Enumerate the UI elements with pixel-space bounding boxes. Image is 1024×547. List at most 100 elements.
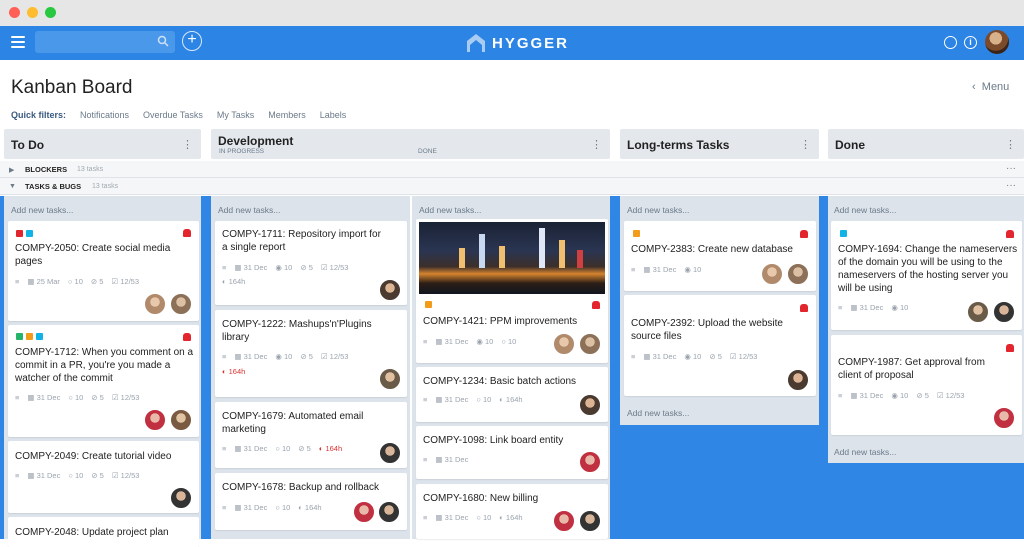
task-card[interactable]: COMPY-1987: Get approval from client of …: [831, 335, 1022, 435]
task-card[interactable]: COMPY-1678: Backup and rollback ≡ ▦ 31 De…: [215, 473, 407, 530]
task-card[interactable]: COMPY-1234: Basic batch actions ≡ ▦ 31 De…: [416, 367, 608, 422]
bell-icon: [800, 304, 808, 312]
label-cyan: [36, 333, 43, 340]
column-title: To Do: [11, 138, 45, 152]
avatar[interactable]: [761, 263, 783, 285]
add-new-task-link[interactable]: Add new tasks...: [419, 205, 481, 215]
collapse-icon[interactable]: ▼: [9, 183, 16, 190]
column-header-development[interactable]: Development IN PROGRESS DONE ⋮: [211, 129, 610, 159]
task-card[interactable]: COMPY-1098: Link board entity ≡ ▦ 31 Dec: [416, 426, 608, 479]
menu-button[interactable]: ‹ Menu: [972, 81, 1009, 93]
window-titlebar: [0, 0, 1024, 26]
filter-notifications[interactable]: Notifications: [80, 110, 129, 120]
swimlane-tasks-bugs[interactable]: ▼ TASKS & BUGS 13 tasks ···: [0, 178, 1024, 195]
clock-icon[interactable]: [944, 36, 957, 49]
add-new-task-link[interactable]: Add new tasks...: [11, 205, 73, 215]
task-card[interactable]: COMPY-2050: Create social media pages ≡ ▦…: [8, 221, 199, 321]
column-header-longterm[interactable]: Long-terms Tasks ⋮: [620, 129, 819, 159]
avatar[interactable]: [144, 293, 166, 315]
bell-icon: [1006, 230, 1014, 238]
search-input[interactable]: [35, 31, 175, 53]
avatar[interactable]: [993, 301, 1015, 323]
avatar[interactable]: [170, 487, 192, 509]
avatar[interactable]: [170, 293, 192, 315]
column-header-done[interactable]: Done ⋮: [828, 129, 1024, 159]
info-icon[interactable]: i: [964, 36, 977, 49]
avatar[interactable]: [379, 442, 401, 464]
avatar[interactable]: [170, 409, 192, 431]
swimlane-more-icon[interactable]: ···: [1006, 163, 1016, 174]
overdue-timer-icon: ◐ 164h: [222, 367, 246, 376]
add-new-task-link[interactable]: Add new tasks...: [627, 408, 689, 418]
swimlane-more-icon[interactable]: ···: [1006, 180, 1016, 191]
task-card[interactable]: COMPY-1679: Automated email marketing ≡ ▦…: [215, 402, 407, 468]
column-title: Development: [218, 134, 294, 148]
avatar[interactable]: [378, 501, 400, 523]
column-options-icon[interactable]: ⋮: [182, 138, 193, 151]
calendar-icon: ▦ 31 Dec: [435, 513, 469, 522]
filter-overdue-tasks[interactable]: Overdue Tasks: [143, 110, 203, 120]
task-card[interactable]: COMPY-1711: Repository import for a sing…: [215, 221, 407, 305]
add-new-task-link[interactable]: Add new tasks...: [834, 205, 896, 215]
add-button[interactable]: +: [182, 31, 202, 51]
checklist-icon: ☑ 12/53: [936, 391, 965, 400]
board-background: [828, 463, 1024, 539]
hamburger-menu-icon[interactable]: [11, 36, 25, 48]
filter-labels[interactable]: Labels: [320, 110, 347, 120]
comment-icon: ○ 10: [476, 513, 492, 522]
avatar[interactable]: [579, 333, 601, 355]
avatar[interactable]: [379, 279, 401, 301]
task-card[interactable]: COMPY-1421: PPM improvements ≡ ▦ 31 Dec ◉ …: [416, 219, 608, 363]
card-title: COMPY-2383: Create new database: [631, 244, 793, 255]
card-meta: ◐ 164h: [222, 367, 245, 376]
avatar[interactable]: [787, 263, 809, 285]
column-options-icon[interactable]: ⋮: [591, 138, 602, 151]
attachment-icon: ⊘ 5: [300, 263, 313, 272]
eye-icon: ◉ 10: [275, 263, 293, 272]
column-options-icon[interactable]: ⋮: [800, 138, 811, 151]
filter-members[interactable]: Members: [268, 110, 306, 120]
task-card[interactable]: COMPY-1222: Mashups'n'Plugins library ≡ ▦…: [215, 310, 407, 397]
maximize-window-button[interactable]: [45, 7, 56, 18]
task-card[interactable]: COMPY-1712: When you comment on a commit…: [8, 325, 199, 437]
filter-my-tasks[interactable]: My Tasks: [217, 110, 254, 120]
search-icon[interactable]: [157, 35, 169, 47]
add-new-task-link[interactable]: Add new tasks...: [627, 205, 689, 215]
swimlane-blockers[interactable]: ▶ BLOCKERS 13 tasks ···: [0, 161, 1024, 178]
close-window-button[interactable]: [9, 7, 20, 18]
user-avatar[interactable]: [985, 30, 1009, 54]
avatar[interactable]: [553, 510, 575, 532]
avatar[interactable]: [353, 501, 375, 523]
avatar[interactable]: [967, 301, 989, 323]
card-title: COMPY-1222: Mashups'n'Plugins library: [222, 319, 372, 343]
add-new-task-link[interactable]: Add new tasks...: [218, 205, 280, 215]
comment-icon: ○ 10: [68, 471, 84, 480]
avatar[interactable]: [993, 407, 1015, 429]
expand-icon[interactable]: ▶: [9, 166, 14, 174]
minimize-window-button[interactable]: [27, 7, 38, 18]
card-meta: ≡ ▦ 31 Dec ○ 10 ◐ 164h: [423, 513, 523, 522]
card-title: COMPY-2050: Create social media pages: [15, 243, 171, 267]
hygger-logo[interactable]: HYGGER: [466, 32, 569, 54]
task-card[interactable]: COMPY-2048: Update project plan: [8, 517, 199, 547]
add-new-task-link[interactable]: Add new tasks...: [834, 447, 896, 457]
avatar[interactable]: [379, 368, 401, 390]
bell-icon: [592, 301, 600, 309]
label-cyan: [840, 230, 847, 237]
avatar[interactable]: [579, 394, 601, 416]
avatar[interactable]: [579, 451, 601, 473]
avatar[interactable]: [553, 333, 575, 355]
avatar[interactable]: [579, 510, 601, 532]
eye-icon: ◉ 10: [891, 391, 909, 400]
task-card[interactable]: COMPY-1680: New billing ≡ ▦ 31 Dec ○ 10 ◐ 1…: [416, 484, 608, 539]
card-meta: ≡ ▦ 25 Mar ○ 10 ⊘ 5 ☑ 12/53: [15, 277, 139, 286]
column-header-todo[interactable]: To Do ⋮: [4, 129, 201, 159]
avatar[interactable]: [144, 409, 166, 431]
column-options-icon[interactable]: ⋮: [1005, 138, 1016, 151]
task-card[interactable]: COMPY-1694: Change the nameservers of th…: [831, 221, 1022, 330]
task-card[interactable]: COMPY-2383: Create new database ≡ ▦ 31 De…: [624, 221, 816, 291]
avatar[interactable]: [787, 369, 809, 391]
task-card[interactable]: COMPY-2049: Create tutorial video ≡ ▦ 31 …: [8, 441, 199, 513]
attachment-icon: ⊘ 5: [916, 391, 929, 400]
task-card[interactable]: COMPY-2392: Upload the website source fi…: [624, 295, 816, 396]
